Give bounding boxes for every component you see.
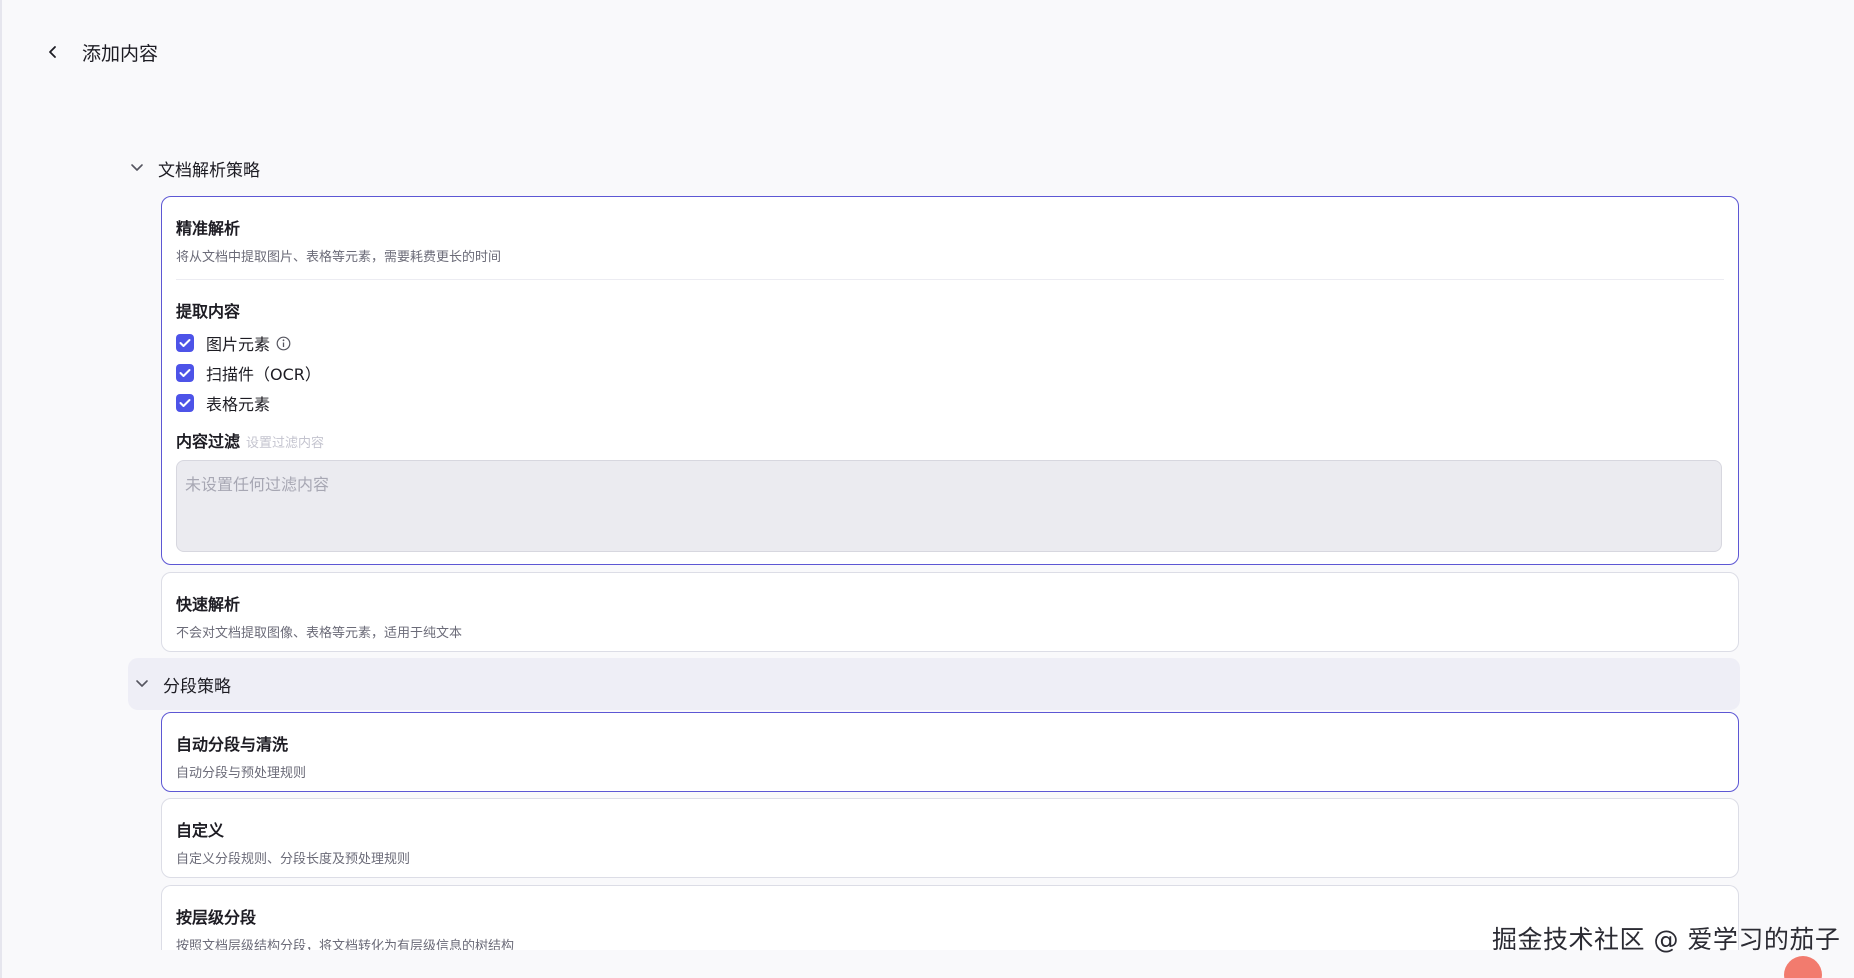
check-icon [179,339,191,347]
content-filter-row: 内容过滤 设置过滤内容 [176,428,1724,452]
chevron-left-icon [49,46,56,58]
app-frame: 添加内容 文档解析策略 精准解析 将从文档中提取图片、表格等元素，需要耗费更长的… [0,0,1854,978]
card-title: 自定义 [176,821,225,840]
section-label-segment: 分段策略 [163,676,231,697]
card-title: 快速解析 [176,595,241,614]
chevron-down-icon [128,159,146,177]
info-icon[interactable] [276,336,291,351]
card-title: 精准解析 [176,219,241,238]
card-title: 自动分段与清洗 [176,735,289,754]
section-header-segment[interactable]: 分段策略 [128,658,1740,710]
card-desc: 自动分段与预处理规则 [176,766,307,781]
watermark-text: 掘金技术社区 @ 爱学习的茄子 [1492,925,1841,954]
set-filter-link[interactable]: 设置过滤内容 [246,432,324,451]
section-label-parse: 文档解析策略 [158,160,260,181]
card-custom-segment[interactable]: 自定义 自定义分段规则、分段长度及预处理规则 [161,798,1739,878]
card-auto-segment[interactable]: 自动分段与清洗 自动分段与预处理规则 [161,712,1739,792]
content-filter-title: 内容过滤 [176,432,241,451]
chevron-down-icon [133,675,151,693]
check-icon [179,369,191,377]
card-desc: 不会对文档提取图像、表格等元素，适用于纯文本 [176,626,463,641]
extract-content-title: 提取内容 [176,302,241,321]
checkbox-checked[interactable] [176,334,194,352]
section-header-parse[interactable]: 文档解析策略 [128,142,1740,194]
header: 添加内容 [42,38,158,66]
check-icon [179,399,191,407]
page-title: 添加内容 [82,42,159,65]
checkbox-checked[interactable] [176,364,194,382]
option-label: 扫描件（OCR） [206,365,321,384]
card-precise-parse[interactable]: 精准解析 将从文档中提取图片、表格等元素，需要耗费更长的时间 提取内容 图片元素 [161,196,1739,565]
option-image-elements[interactable]: 图片元素 [176,328,1724,358]
option-label: 图片元素 [206,335,271,354]
back-button[interactable] [42,41,64,63]
card-fast-parse[interactable]: 快速解析 不会对文档提取图像、表格等元素，适用于纯文本 [161,572,1739,652]
option-label: 表格元素 [206,395,271,414]
option-table-elements[interactable]: 表格元素 [176,388,1724,418]
option-scan-ocr[interactable]: 扫描件（OCR） [176,358,1724,388]
card-desc: 自定义分段规则、分段长度及预处理规则 [176,852,411,867]
card-desc: 将从文档中提取图片、表格等元素，需要耗费更长的时间 [176,250,502,265]
checkbox-checked[interactable] [176,394,194,412]
content-filter-box[interactable]: 未设置任何过滤内容 [176,460,1722,552]
